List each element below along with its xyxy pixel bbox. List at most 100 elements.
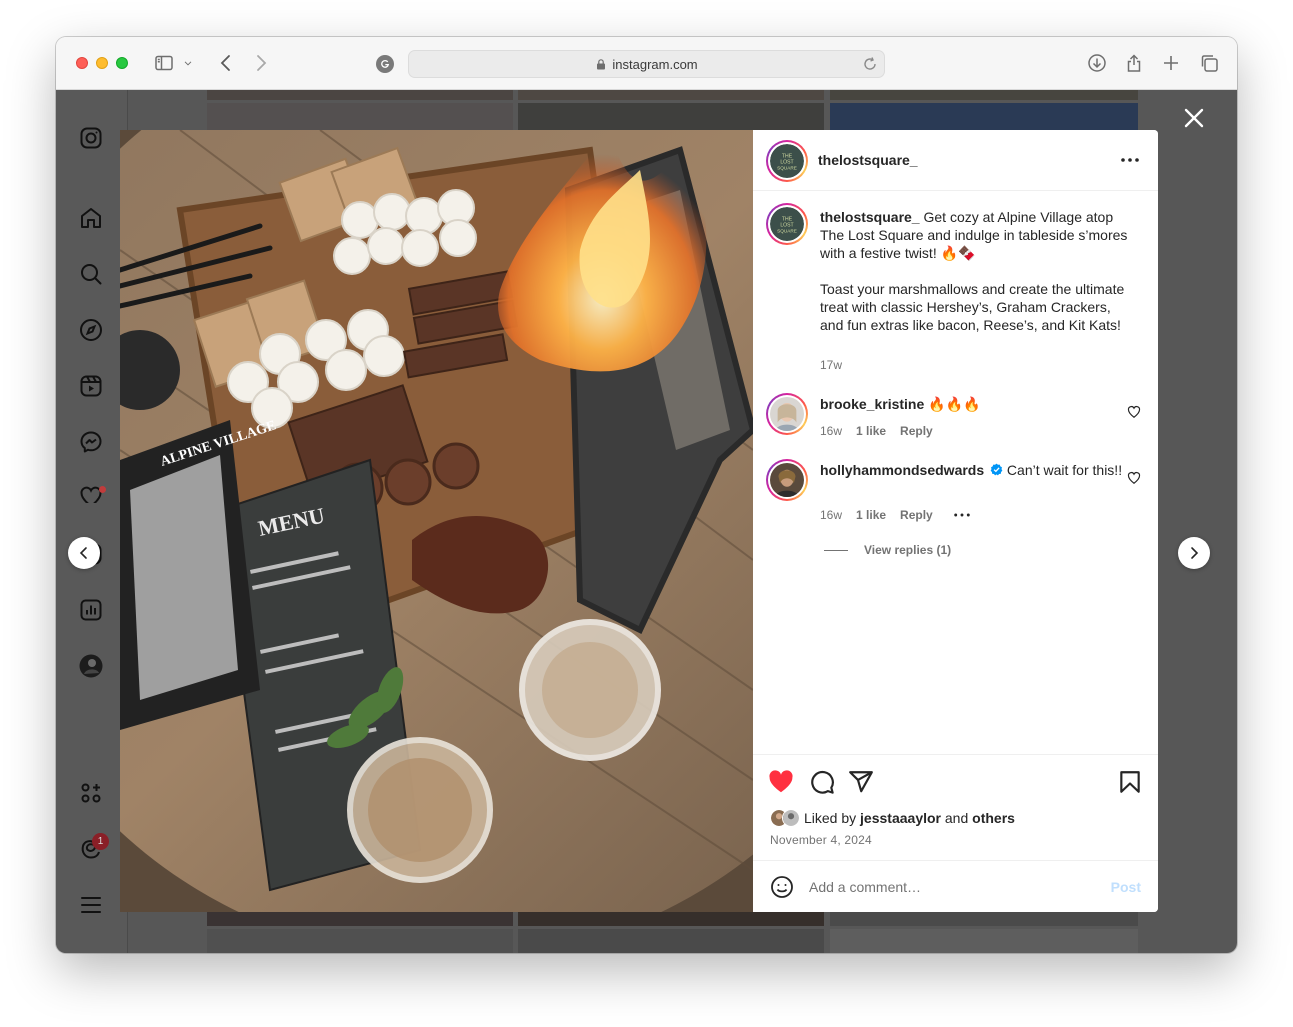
- reload-icon[interactable]: [862, 56, 878, 72]
- liked-by-others[interactable]: others: [972, 810, 1015, 826]
- reels-icon[interactable]: [78, 373, 104, 399]
- view-replies-label[interactable]: View replies (1): [864, 543, 951, 557]
- browser-window: instagram.com 1 MENU ALPINE VILLAGE THE …: [56, 37, 1237, 953]
- svg-text:THE: THE: [782, 154, 793, 160]
- forward-icon[interactable]: [249, 51, 273, 75]
- post-date[interactable]: November 4, 2024: [770, 833, 872, 847]
- comment-icon[interactable]: [809, 769, 835, 795]
- svg-text:LOST: LOST: [780, 223, 793, 229]
- address-bar[interactable]: instagram.com: [408, 50, 885, 78]
- grid-tile[interactable]: [518, 929, 824, 953]
- comment-like-heart-icon[interactable]: [1127, 471, 1141, 485]
- post-image[interactable]: MENU ALPINE VILLAGE: [120, 130, 753, 912]
- comment-username[interactable]: brooke_kristine: [820, 396, 924, 412]
- new-tab-icon[interactable]: [1159, 51, 1183, 75]
- commenter-avatar[interactable]: [766, 393, 808, 435]
- liked-by-prefix: Liked by: [804, 810, 861, 826]
- post-header: THE LOST SQUARE thelostsquare_: [753, 130, 1158, 191]
- explore-icon[interactable]: [78, 317, 104, 343]
- previous-post-button[interactable]: [68, 537, 100, 569]
- caption-text: thelostsquare_ Get cozy at Alpine Villag…: [820, 208, 1130, 334]
- home-icon[interactable]: [78, 205, 104, 231]
- more-options-icon[interactable]: [1120, 152, 1140, 168]
- grid-tile[interactable]: [518, 912, 824, 926]
- grammarly-extension-icon[interactable]: [376, 55, 394, 73]
- svg-text:SQUARE: SQUARE: [777, 229, 797, 234]
- minimize-window-button[interactable]: [96, 57, 108, 69]
- notification-dot: [99, 486, 106, 493]
- close-modal-icon[interactable]: [1182, 106, 1206, 130]
- author-username[interactable]: thelostsquare_: [818, 152, 918, 168]
- comment-item: hollyhammondsedwards Can’t wait for this…: [766, 459, 1141, 557]
- lost-square-logo-icon: THE LOST SQUARE: [770, 144, 804, 178]
- comment-username[interactable]: hollyhammondsedwards: [820, 462, 984, 478]
- comment-meta: 16w 1 like Reply: [820, 424, 933, 438]
- user-photo-icon: [770, 463, 804, 497]
- grid-tile[interactable]: [207, 929, 513, 953]
- tab-overview-icon[interactable]: [1197, 51, 1221, 75]
- post-details-panel: THE LOST SQUARE thelostsquare_ THE LOST …: [753, 130, 1158, 912]
- share-icon[interactable]: [1122, 51, 1146, 75]
- reply-button[interactable]: Reply: [900, 508, 933, 522]
- user-photo-icon: [770, 397, 804, 431]
- comment-age[interactable]: 16w: [820, 508, 842, 522]
- close-window-button[interactable]: [76, 57, 88, 69]
- grid-tile[interactable]: [830, 912, 1138, 926]
- search-icon[interactable]: [78, 261, 104, 287]
- commenter-avatar[interactable]: [766, 459, 808, 501]
- back-icon[interactable]: [214, 51, 238, 75]
- comment-input[interactable]: [809, 875, 1099, 899]
- lock-icon: [597, 59, 606, 70]
- meta-apps-icon[interactable]: [78, 780, 104, 806]
- chevron-down-icon[interactable]: [180, 51, 196, 75]
- comment-age[interactable]: 16w: [820, 424, 842, 438]
- chevron-left-icon: [79, 547, 87, 559]
- share-post-icon[interactable]: [848, 769, 874, 795]
- comment-body: 🔥🔥🔥: [924, 396, 981, 412]
- save-bookmark-icon[interactable]: [1117, 769, 1143, 795]
- grid-tile[interactable]: [518, 90, 824, 100]
- comment-body: Can’t wait for this!!: [1003, 462, 1123, 478]
- grid-tile[interactable]: [830, 929, 1138, 953]
- downloads-icon[interactable]: [1085, 51, 1109, 75]
- smores-photo: MENU ALPINE VILLAGE: [120, 130, 753, 912]
- caption-age[interactable]: 17w: [820, 358, 842, 372]
- comment-like-heart-icon[interactable]: [1127, 405, 1141, 419]
- liked-by-avatars: [770, 809, 800, 827]
- post-caption: THE LOST SQUARE thelostsquare_ Get cozy …: [766, 203, 1141, 378]
- comment-text: brooke_kristine 🔥🔥🔥: [820, 395, 1130, 413]
- url-text: instagram.com: [612, 56, 698, 72]
- messenger-icon[interactable]: [78, 429, 104, 455]
- post-comment-button[interactable]: Post: [1111, 879, 1141, 895]
- view-replies[interactable]: View replies (1): [824, 543, 951, 557]
- svg-text:LOST: LOST: [780, 160, 793, 166]
- liker-avatar[interactable]: [782, 809, 800, 827]
- svg-text:THE: THE: [782, 217, 793, 223]
- next-post-button[interactable]: [1178, 537, 1210, 569]
- caption-username[interactable]: thelostsquare_: [820, 209, 920, 225]
- caption-author-avatar[interactable]: THE LOST SQUARE: [766, 203, 808, 245]
- post-modal: MENU ALPINE VILLAGE THE LOST SQUARE thel…: [120, 130, 1158, 912]
- profile-icon[interactable]: [78, 653, 104, 679]
- liked-by-user[interactable]: jesstaaaylor: [860, 810, 941, 826]
- lost-square-logo-icon: THE LOST SQUARE: [770, 207, 804, 241]
- author-avatar[interactable]: THE LOST SQUARE: [766, 140, 808, 182]
- emoji-icon[interactable]: [770, 875, 794, 899]
- view-replies-line: [824, 549, 848, 551]
- chevron-right-icon: [1191, 547, 1199, 559]
- sidebar-toggle-icon[interactable]: [152, 51, 176, 75]
- like-heart-filled-icon[interactable]: [768, 769, 794, 795]
- instagram-icon[interactable]: [78, 125, 104, 151]
- insights-icon[interactable]: [78, 597, 104, 623]
- reply-button[interactable]: Reply: [900, 424, 933, 438]
- grid-tile[interactable]: [207, 90, 513, 100]
- zoom-window-button[interactable]: [116, 57, 128, 69]
- add-comment-bar: Post: [753, 860, 1158, 912]
- comment-likes[interactable]: 1 like: [856, 424, 886, 438]
- comment-options-icon[interactable]: [953, 512, 971, 518]
- grid-tile[interactable]: [207, 912, 513, 926]
- menu-icon[interactable]: [78, 892, 104, 918]
- liked-by: Liked by jesstaaaylor and others: [770, 809, 1015, 827]
- grid-tile[interactable]: [830, 90, 1138, 100]
- comment-likes[interactable]: 1 like: [856, 508, 886, 522]
